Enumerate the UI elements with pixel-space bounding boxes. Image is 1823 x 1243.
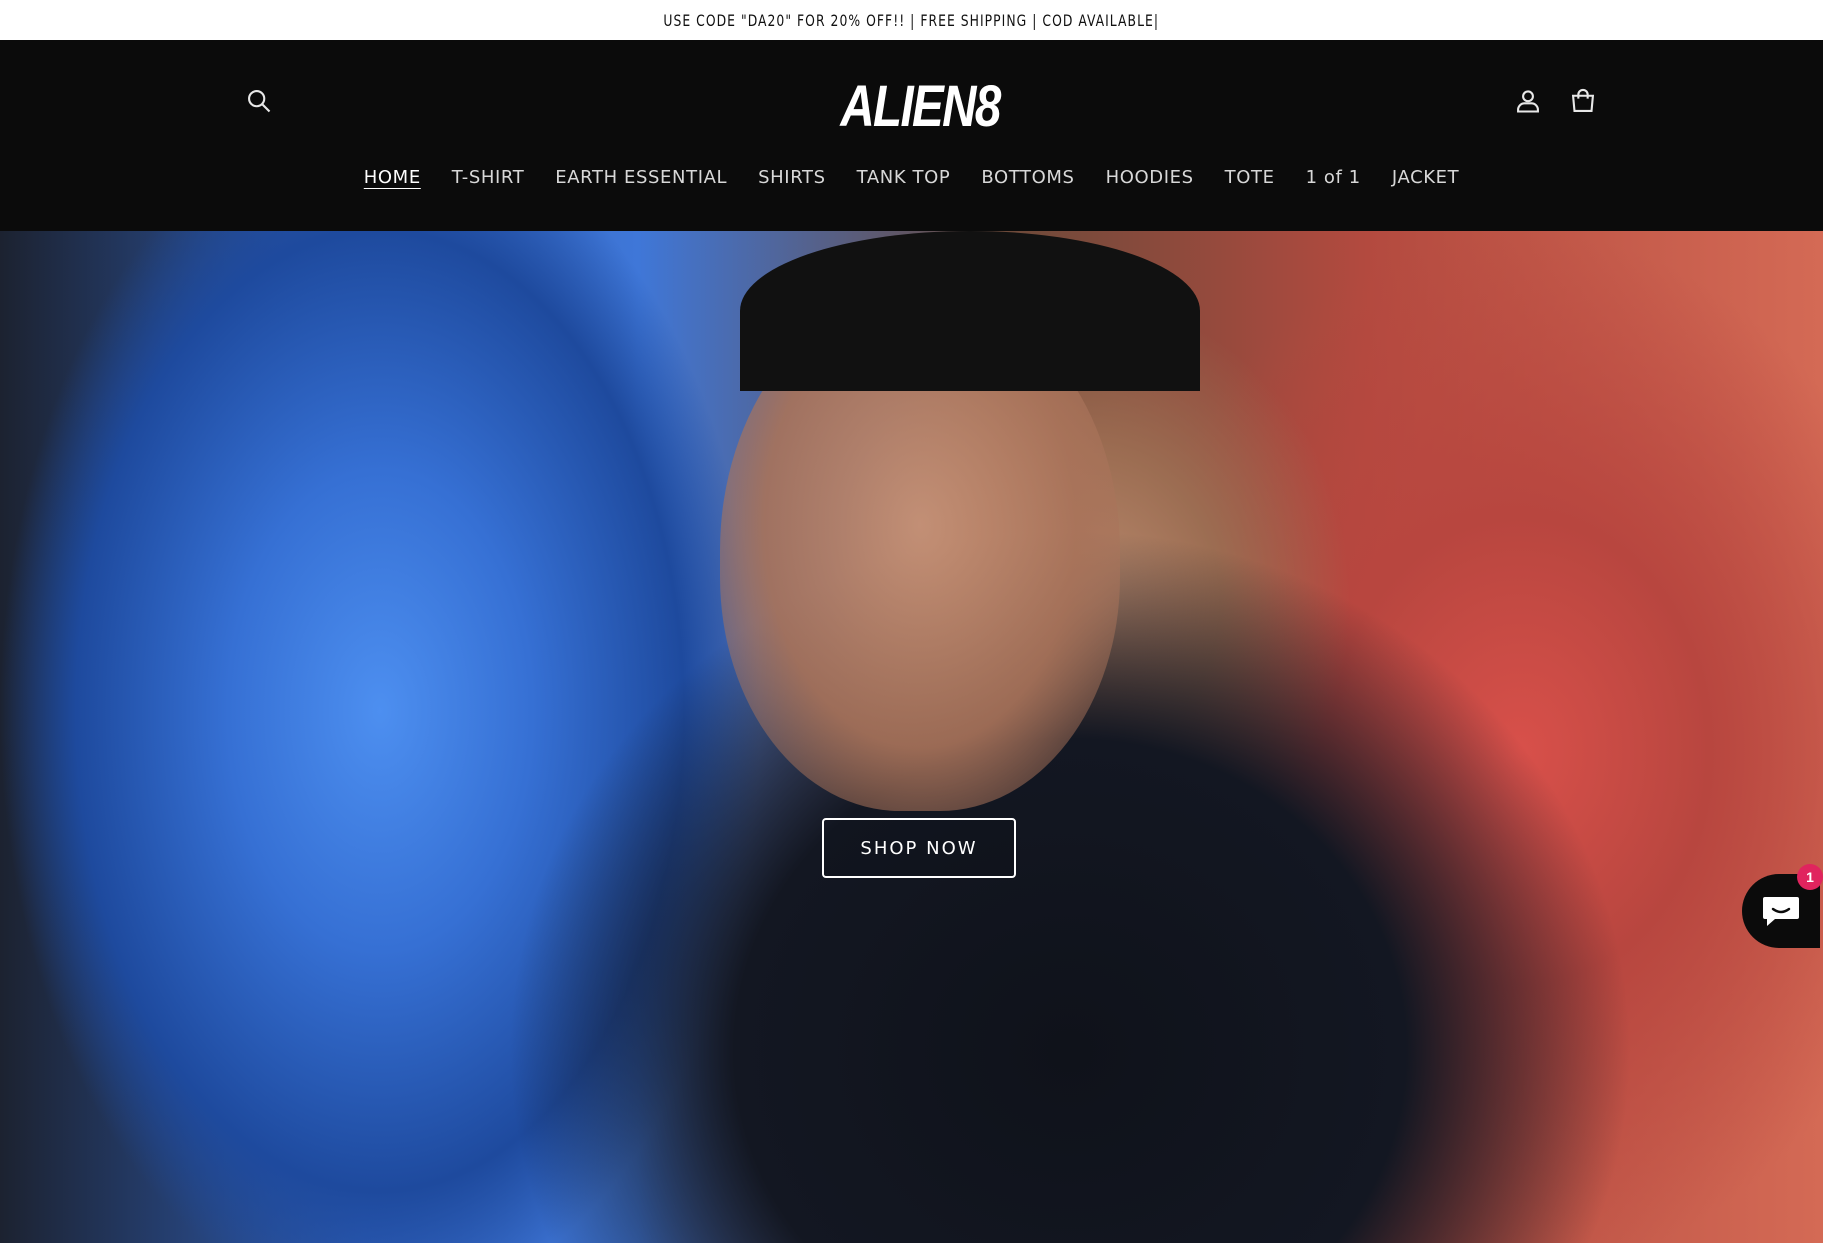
nav-item-t-shirt[interactable]: T-SHIRT	[452, 167, 525, 188]
main-nav: HOME T-SHIRT EARTH ESSENTIAL SHIRTS TANK…	[0, 160, 1823, 194]
search-button[interactable]	[239, 81, 279, 121]
shop-now-button[interactable]: SHOP NOW	[822, 818, 1016, 878]
nav-item-shirts[interactable]: SHIRTS	[758, 167, 826, 188]
nav-item-earth-essential[interactable]: EARTH ESSENTIAL	[555, 167, 727, 188]
site-logo[interactable]: ALIEN8	[822, 68, 1019, 144]
hero-banner	[0, 231, 1823, 1243]
user-icon	[1517, 90, 1539, 113]
announcement-bar: USE CODE "DA20" FOR 20% OFF!! | FREE SHI…	[0, 0, 1823, 40]
cart-button[interactable]	[1563, 81, 1603, 121]
nav-item-tank-top[interactable]: TANK TOP	[857, 167, 951, 188]
site-header: ALIEN8 HOME T-SHIRT EARTH ESSENTIAL SHIR…	[0, 40, 1823, 231]
cart-icon	[1571, 88, 1595, 112]
hero-model-hair	[740, 231, 1200, 391]
chat-icon	[1763, 897, 1799, 926]
nav-item-1-of-1[interactable]: 1 of 1	[1306, 167, 1361, 188]
chat-notification-badge: 1	[1797, 864, 1823, 890]
nav-item-home[interactable]: HOME	[364, 167, 421, 188]
nav-item-tote[interactable]: TOTE	[1225, 167, 1275, 188]
search-icon	[248, 90, 271, 113]
announcement-text: USE CODE "DA20" FOR 20% OFF!! | FREE SHI…	[663, 10, 1160, 30]
nav-item-jacket[interactable]: JACKET	[1392, 167, 1459, 188]
nav-item-hoodies[interactable]: HOODIES	[1106, 167, 1194, 188]
nav-item-bottoms[interactable]: BOTTOMS	[981, 167, 1074, 188]
account-button[interactable]	[1508, 81, 1548, 121]
